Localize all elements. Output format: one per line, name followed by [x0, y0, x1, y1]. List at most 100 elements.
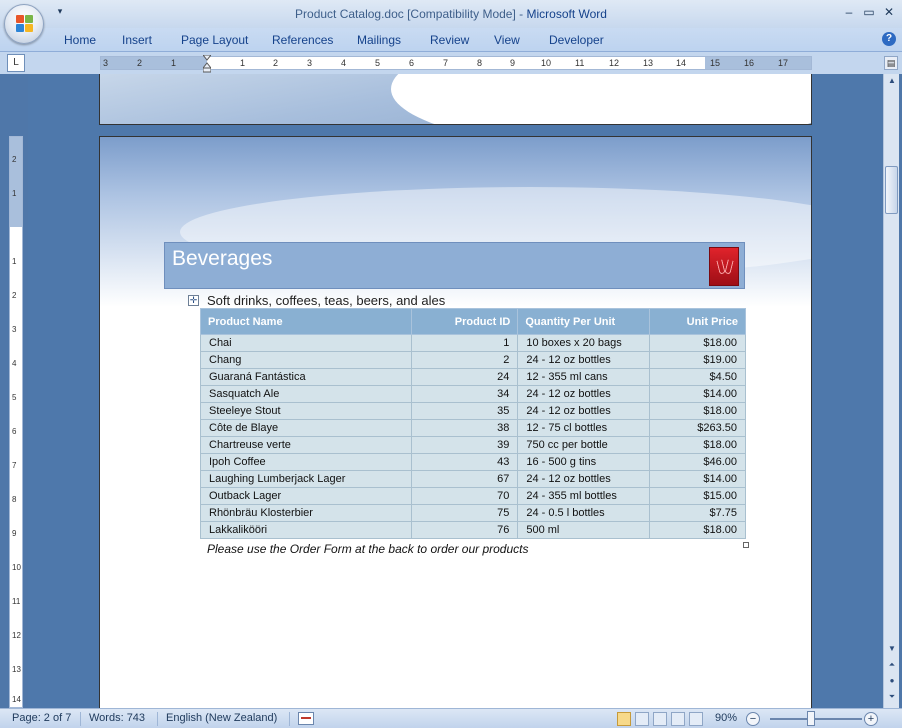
zoom-out-icon[interactable]: −	[746, 712, 760, 726]
page-count[interactable]: Page: 2 of 7	[12, 712, 71, 724]
vruler-label: 4	[12, 359, 17, 368]
cell-product-name[interactable]: Rhönbräu Klosterbier	[200, 504, 412, 522]
draft-icon[interactable]	[689, 712, 703, 726]
cell-product-name[interactable]: Lakkalikööri	[200, 521, 412, 539]
cell-product-id[interactable]: 76	[410, 521, 519, 539]
table-move-handle-icon[interactable]: ✛	[188, 295, 199, 306]
next-page-icon[interactable]: ⏷	[886, 692, 898, 704]
cell-product-id[interactable]: 38	[410, 419, 519, 437]
scrollbar-thumb[interactable]	[885, 166, 898, 214]
tab-mailings[interactable]: Mailings	[357, 32, 401, 48]
cell-product-id[interactable]: 34	[410, 385, 519, 403]
minimize-icon[interactable]: –	[842, 4, 856, 20]
cell-quantity[interactable]: 24 - 0.5 l bottles	[517, 504, 651, 522]
cell-product-name[interactable]: Guaraná Fantástica	[200, 368, 412, 386]
table-row: Rhönbräu Klosterbier 75 24 - 0.5 l bottles…	[200, 504, 746, 522]
cell-product-name[interactable]: Chartreuse verte	[200, 436, 412, 454]
cell-unit-price[interactable]: $15.00	[649, 487, 746, 505]
tab-review[interactable]: Review	[430, 32, 469, 48]
cell-product-id[interactable]: 39	[410, 436, 519, 454]
cell-quantity[interactable]: 500 ml	[517, 521, 651, 539]
language[interactable]: English (New Zealand)	[166, 712, 277, 724]
cell-quantity[interactable]: 24 - 355 ml bottles	[517, 487, 651, 505]
cell-product-id[interactable]: 1	[410, 334, 519, 352]
cell-product-name[interactable]: Chang	[200, 351, 412, 369]
word-count[interactable]: Words: 743	[89, 712, 145, 724]
zoom-level[interactable]: 90%	[715, 712, 737, 724]
cell-unit-price[interactable]: $14.00	[649, 385, 746, 403]
office-button[interactable]	[4, 4, 44, 44]
tab-developer[interactable]: Developer	[549, 32, 604, 48]
scroll-up-icon[interactable]: ▲	[886, 76, 898, 88]
cell-quantity[interactable]: 24 - 12 oz bottles	[517, 351, 651, 369]
vruler-label: 11	[12, 597, 21, 606]
cell-unit-price[interactable]: $7.75	[649, 504, 746, 522]
scroll-down-icon[interactable]: ▼	[886, 644, 898, 656]
cell-product-id[interactable]: 2	[410, 351, 519, 369]
cell-product-name[interactable]: Ipoh Coffee	[200, 453, 412, 471]
proofing-icon[interactable]	[298, 712, 314, 725]
ruler-label: 7	[443, 58, 449, 68]
beverage-glasses-image[interactable]	[709, 247, 739, 286]
cell-quantity[interactable]: 24 - 12 oz bottles	[517, 470, 651, 488]
cell-quantity[interactable]: 12 - 75 cl bottles	[517, 419, 651, 437]
cell-product-id[interactable]: 75	[410, 504, 519, 522]
cell-quantity[interactable]: 750 cc per bottle	[517, 436, 651, 454]
tab-references[interactable]: References	[272, 32, 333, 48]
outline-icon[interactable]	[671, 712, 685, 726]
cell-unit-price[interactable]: $14.00	[649, 470, 746, 488]
cell-product-name[interactable]: Sasquatch Ale	[200, 385, 412, 403]
cell-unit-price[interactable]: $18.00	[649, 334, 746, 352]
document-area[interactable]: Beverages ✛ Soft drinks, coffees, teas, …	[28, 74, 882, 708]
zoom-in-icon[interactable]: +	[864, 712, 878, 726]
zoom-slider-thumb[interactable]	[806, 711, 815, 726]
vertical-ruler[interactable]: 2 1 1 2 3 4 5 6 7 8 9 10 11 12 13 14	[9, 136, 23, 708]
tab-view[interactable]: View	[494, 32, 520, 48]
print-layout-icon[interactable]	[617, 712, 631, 726]
cell-product-id[interactable]: 70	[410, 487, 519, 505]
close-icon[interactable]: ✕	[882, 4, 896, 20]
cell-unit-price[interactable]: $263.50	[649, 419, 746, 437]
full-screen-reading-icon[interactable]	[635, 712, 649, 726]
cell-product-name[interactable]: Outback Lager	[200, 487, 412, 505]
view-ruler-icon[interactable]: ▤	[884, 56, 898, 70]
maximize-icon[interactable]: ▭	[862, 4, 876, 20]
cell-quantity[interactable]: 12 - 355 ml cans	[517, 368, 651, 386]
page[interactable]: Beverages ✛ Soft drinks, coffees, teas, …	[99, 136, 812, 708]
cell-product-name[interactable]: Steeleye Stout	[200, 402, 412, 420]
help-icon[interactable]: ?	[882, 32, 896, 46]
web-layout-icon[interactable]	[653, 712, 667, 726]
tab-insert[interactable]: Insert	[122, 32, 152, 48]
cell-product-id[interactable]: 67	[410, 470, 519, 488]
cell-unit-price[interactable]: $4.50	[649, 368, 746, 386]
tab-page-layout[interactable]: Page Layout	[181, 32, 248, 48]
select-browse-object-icon[interactable]: ●	[886, 676, 898, 688]
cell-product-name[interactable]: Chai	[200, 334, 412, 352]
indent-marker[interactable]	[201, 54, 213, 73]
cell-product-id[interactable]: 24	[410, 368, 519, 386]
cell-unit-price[interactable]: $19.00	[649, 351, 746, 369]
cell-unit-price[interactable]: $46.00	[649, 453, 746, 471]
zoom-slider[interactable]	[770, 718, 862, 720]
cell-quantity[interactable]: 24 - 12 oz bottles	[517, 385, 651, 403]
cell-product-name[interactable]: Côte de Blaye	[200, 419, 412, 437]
cell-product-id[interactable]: 43	[410, 453, 519, 471]
cell-product-id[interactable]: 35	[410, 402, 519, 420]
tab-home[interactable]: Home	[64, 32, 96, 48]
cell-product-name[interactable]: Laughing Lumberjack Lager	[200, 470, 412, 488]
cell-quantity[interactable]: 16 - 500 g tins	[517, 453, 651, 471]
cell-unit-price[interactable]: $18.00	[649, 402, 746, 420]
title-separator: -	[515, 7, 527, 21]
cell-unit-price[interactable]: $18.00	[649, 436, 746, 454]
product-table[interactable]: Product Name Product ID Quantity Per Uni…	[200, 308, 746, 539]
ruler-label: 9	[510, 58, 516, 68]
table-resize-handle[interactable]	[743, 542, 749, 548]
cell-quantity[interactable]: 10 boxes x 20 bags	[517, 334, 651, 352]
previous-page-icon[interactable]: ⏶	[886, 660, 898, 672]
vruler-label: 13	[12, 665, 21, 674]
tab-stop-selector[interactable]: L	[7, 54, 25, 72]
vertical-scrollbar[interactable]: ▲ ▼ ⏶ ● ⏷	[883, 74, 899, 708]
table-row: Guaraná Fantástica 24 12 - 355 ml cans $4.5…	[200, 368, 746, 386]
cell-quantity[interactable]: 24 - 12 oz bottles	[517, 402, 651, 420]
cell-unit-price[interactable]: $18.00	[649, 521, 746, 539]
